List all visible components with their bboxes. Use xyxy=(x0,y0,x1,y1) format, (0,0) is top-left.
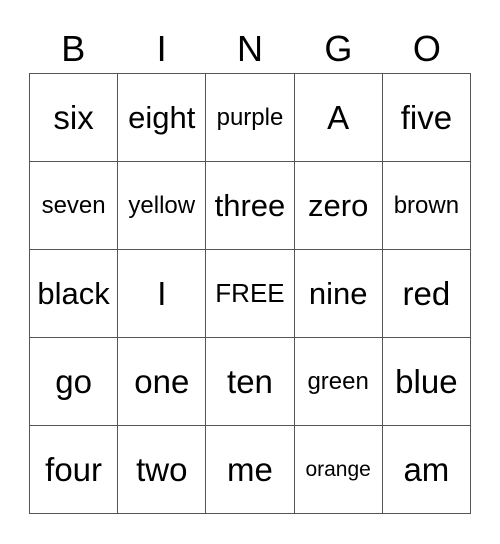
bingo-row: six eight purple Afive xyxy=(28,73,472,162)
header-letter-i: I xyxy=(156,28,167,69)
bingo-cell-o3[interactable]: red xyxy=(381,249,472,338)
bingo-cell-b2[interactable]: seven xyxy=(28,161,119,250)
bingo-header: B I N G O xyxy=(29,26,471,72)
bingo-cell-n2[interactable]: three xyxy=(205,161,295,250)
bingo-cell-i3[interactable]: I xyxy=(117,249,207,338)
bingo-row: black I FREE nine red xyxy=(28,249,472,338)
bingo-cell-b3[interactable]: black xyxy=(28,249,119,338)
bingo-row: go one ten green blue xyxy=(28,337,472,426)
bingo-cell-o4[interactable]: blue xyxy=(381,337,472,426)
header-letter-o: O xyxy=(412,28,441,69)
bingo-row: four two me orange am xyxy=(28,425,472,514)
bingo-cell-n4[interactable]: ten xyxy=(205,337,295,426)
bingo-cell-o5[interactable]: am xyxy=(381,425,472,514)
bingo-cell-o2[interactable]: brown xyxy=(381,161,472,250)
bingo-cell-g5[interactable]: orange xyxy=(293,425,383,514)
bingo-card-grid: six eight purple Afive seven yellow three zero b… xyxy=(28,73,472,514)
bingo-cell-b1[interactable]: six xyxy=(28,73,119,162)
bingo-row: seven yellow three zero brown xyxy=(28,161,472,250)
bingo-cell-o1[interactable]: five xyxy=(381,73,472,162)
bingo-cell-g4[interactable]: green xyxy=(293,337,383,426)
bingo-cell-b5[interactable]: four xyxy=(28,425,119,514)
bingo-cell-b4[interactable]: go xyxy=(28,337,119,426)
header-letter-g: G xyxy=(324,28,353,69)
bingo-cell-g3[interactable]: nine xyxy=(293,249,383,338)
bingo-cell-n1[interactable]: purple xyxy=(205,73,295,162)
bingo-cell-i1[interactable]: eight xyxy=(117,73,207,162)
bingo-cell-i4[interactable]: one xyxy=(117,337,207,426)
bingo-cell-g2[interactable]: zero xyxy=(293,161,383,250)
bingo-cell-i2[interactable]: yellow xyxy=(117,161,207,250)
bingo-cell-g1[interactable]: A xyxy=(293,73,383,162)
bingo-cell-n5[interactable]: me xyxy=(205,425,295,514)
header-letter-b: B xyxy=(61,28,86,69)
bingo-cell-i5[interactable]: two xyxy=(117,425,207,514)
header-letter-n: N xyxy=(237,28,264,69)
bingo-cell-n3[interactable]: FREE xyxy=(205,249,295,338)
